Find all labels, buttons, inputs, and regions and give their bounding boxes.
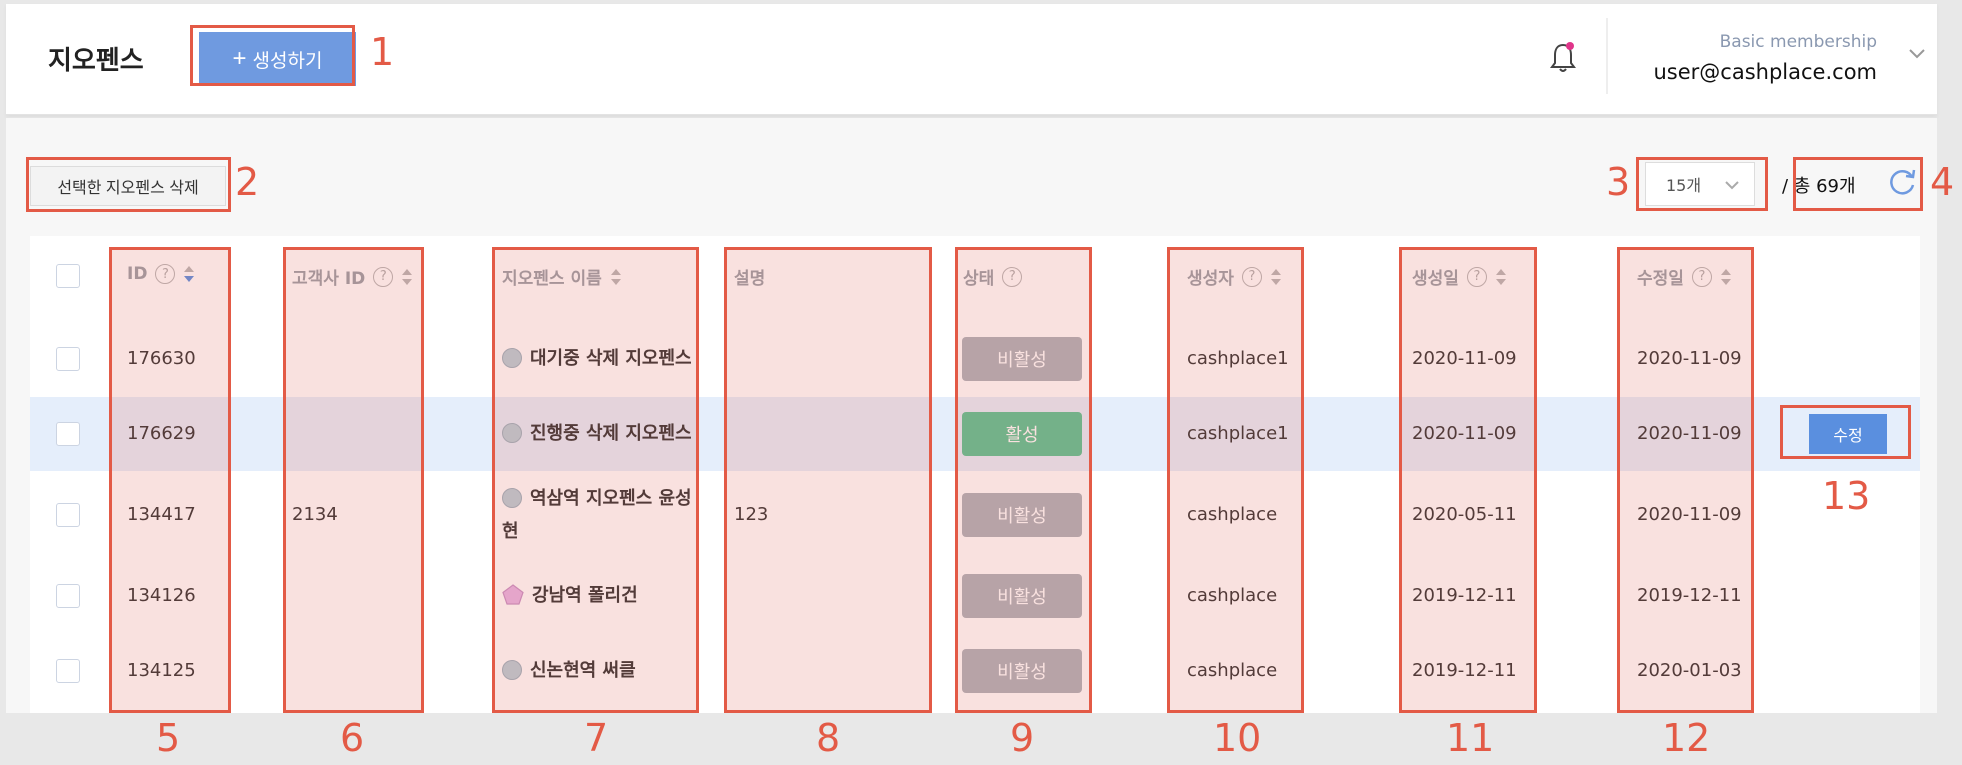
annotation-number-10: 10 (1213, 716, 1262, 760)
row-checkbox[interactable] (56, 503, 80, 527)
annotation-number-9: 9 (1010, 716, 1035, 760)
annotation-number-11: 11 (1446, 716, 1495, 760)
annotation-box-10 (1167, 247, 1304, 713)
annotation-box-12 (1617, 247, 1754, 713)
select-all-checkbox[interactable] (56, 264, 80, 288)
annotation-number-4: 4 (1930, 160, 1955, 204)
annotation-number-1: 1 (370, 30, 395, 74)
annotation-number-7: 7 (584, 716, 609, 760)
row-checkbox[interactable] (56, 584, 80, 608)
annotation-box-7 (492, 247, 699, 713)
row-checkbox[interactable] (56, 347, 80, 371)
annotation-number-2: 2 (235, 160, 260, 204)
row-checkbox[interactable] (56, 659, 80, 683)
page-title: 지오펜스 (48, 46, 144, 76)
annotation-number-8: 8 (816, 716, 841, 760)
annotation-box-6 (283, 247, 424, 713)
notification-bell-icon[interactable] (1549, 40, 1577, 76)
user-email[interactable]: user@cashplace.com (1654, 60, 1878, 84)
row-checkbox[interactable] (56, 422, 80, 446)
annotation-number-5: 5 (156, 716, 181, 760)
annotation-number-13: 13 (1822, 474, 1871, 518)
annotation-box-4 (1793, 157, 1923, 211)
annotation-number-6: 6 (340, 716, 365, 760)
chevron-down-icon[interactable] (1908, 48, 1926, 60)
annotation-box-8 (724, 247, 932, 713)
annotation-box-3 (1636, 157, 1768, 211)
annotation-number-3: 3 (1606, 160, 1631, 204)
annotation-box-5 (109, 247, 231, 713)
annotation-number-12: 12 (1662, 716, 1711, 760)
membership-label: Basic membership (1719, 32, 1877, 52)
header-divider (1606, 18, 1608, 94)
annotation-box-9 (955, 247, 1092, 713)
annotation-box-11 (1399, 247, 1537, 713)
annotation-box-1 (190, 25, 355, 86)
annotation-box-13 (1780, 405, 1911, 459)
annotation-box-2 (26, 157, 231, 212)
